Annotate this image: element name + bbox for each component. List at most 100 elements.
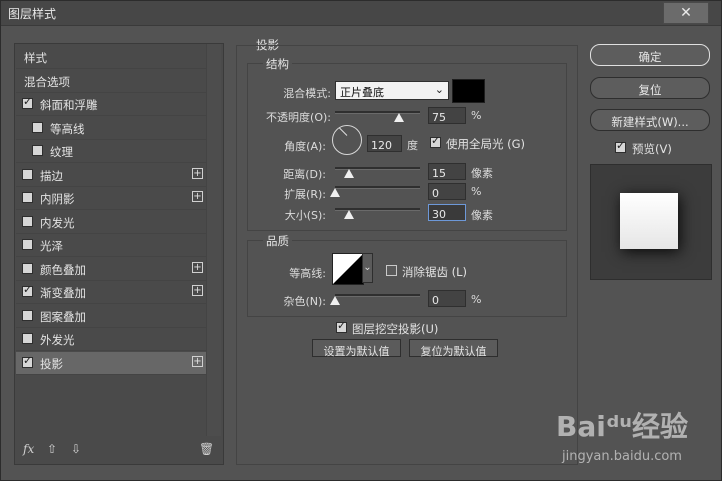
sidebar-item-2[interactable]: 斜面和浮雕: [16, 93, 207, 116]
close-button[interactable]: ✕: [663, 2, 709, 24]
sidebar-item-13[interactable]: 投影 +: [16, 351, 207, 375]
angle-dial-needle: [338, 127, 348, 136]
noise-unit: %: [471, 293, 482, 306]
noise-slider-track[interactable]: [335, 294, 420, 297]
new-style-button[interactable]: 新建样式(W)...: [590, 109, 710, 131]
sidebar-item-checkbox[interactable]: [22, 309, 33, 321]
opacity-slider-track[interactable]: [335, 111, 420, 114]
sidebar-item-checkbox[interactable]: [22, 215, 33, 227]
quality-title: 品质: [263, 233, 292, 249]
style-preview: [590, 164, 712, 280]
global-light-checkbox[interactable]: [430, 134, 441, 148]
sidebar-item-label: 内发光: [40, 215, 75, 230]
noise-label: 杂色(N):: [283, 295, 326, 308]
spread-input[interactable]: 0: [428, 183, 466, 200]
distance-slider-thumb[interactable]: [344, 169, 354, 178]
contour-dropdown-button[interactable]: ⌄: [362, 253, 373, 283]
sidebar-item-label: 描边: [40, 168, 63, 183]
sidebar-item-6[interactable]: 内阴影 +: [16, 187, 207, 210]
blend-mode-label: 混合模式:: [283, 87, 331, 100]
preview-checkbox[interactable]: [615, 139, 626, 153]
sidebar-item-8[interactable]: 光泽: [16, 234, 207, 257]
make-default-button[interactable]: 设置为默认值: [312, 339, 401, 358]
add-effect-icon[interactable]: +: [192, 355, 203, 367]
sidebar-item-5[interactable]: 描边 +: [16, 164, 207, 187]
opacity-slider-thumb[interactable]: [393, 113, 404, 122]
sidebar-item-4[interactable]: 纹理: [16, 140, 207, 163]
trash-icon[interactable]: 🗑: [199, 442, 214, 456]
title-bar: 图层样式 ✕: [1, 1, 721, 26]
sidebar-item-label: 样式: [24, 51, 47, 65]
sidebar-item-checkbox[interactable]: [22, 333, 33, 344]
contour-label: 等高线:: [289, 267, 326, 280]
spread-slider-thumb[interactable]: [330, 188, 340, 197]
preview-thumbnail: [620, 193, 678, 249]
ok-button[interactable]: 确定: [590, 44, 710, 66]
size-slider-thumb[interactable]: [344, 210, 354, 219]
opacity-input[interactable]: 75: [428, 107, 466, 124]
noise-input[interactable]: 0: [428, 290, 466, 307]
reset-default-button[interactable]: 复位为默认值: [409, 339, 498, 358]
knockout-checkbox[interactable]: [336, 319, 347, 333]
styles-list-scrollbar[interactable]: [206, 44, 221, 436]
angle-dial[interactable]: [332, 125, 362, 155]
reset-button[interactable]: 复位: [590, 77, 710, 99]
distance-unit: 像素: [471, 167, 493, 180]
contour-curve-icon: [333, 254, 363, 284]
size-unit: 像素: [471, 209, 493, 222]
section-title: 投影: [256, 38, 279, 52]
contour-picker[interactable]: [332, 253, 364, 285]
sidebar-item-checkbox[interactable]: [22, 239, 33, 250]
sidebar-item-9[interactable]: 颜色叠加 +: [16, 258, 207, 281]
add-effect-icon[interactable]: +: [192, 261, 203, 273]
add-effect-icon[interactable]: +: [192, 167, 203, 179]
sidebar-item-10[interactable]: 渐变叠加 +: [16, 281, 207, 304]
sidebar-item-7[interactable]: 内发光: [16, 211, 207, 234]
chevron-down-icon: ⌄: [363, 262, 372, 273]
chevron-down-icon: ⌄: [434, 83, 444, 96]
distance-input[interactable]: 15: [428, 163, 466, 180]
knockout-label: 图层挖空投影(U): [352, 322, 439, 336]
size-input[interactable]: 30: [428, 204, 466, 221]
antialias-checkbox[interactable]: [386, 265, 397, 276]
sidebar-item-checkbox[interactable]: [32, 145, 43, 156]
sidebar-item-label: 外发光: [40, 333, 75, 347]
fx-icon[interactable]: fx: [23, 442, 34, 456]
sidebar-item-3[interactable]: 等高线: [16, 117, 207, 140]
angle-input[interactable]: 120: [367, 135, 402, 152]
sidebar-item-0[interactable]: 样式: [16, 46, 207, 69]
sidebar-item-1[interactable]: 混合选项: [16, 70, 207, 93]
sidebar-item-12[interactable]: 外发光: [16, 328, 207, 351]
sidebar-item-checkbox[interactable]: [22, 168, 33, 180]
angle-dial-center: [347, 140, 348, 141]
spread-slider-track[interactable]: [335, 186, 420, 189]
angle-unit: 度: [407, 139, 418, 152]
sidebar-item-label: 光泽: [40, 239, 63, 253]
blend-mode-select[interactable]: 正片叠底 ⌄: [335, 81, 449, 100]
move-down-icon[interactable]: ⇩: [71, 442, 81, 456]
sidebar-item-checkbox[interactable]: [22, 283, 33, 297]
add-effect-icon[interactable]: +: [192, 191, 203, 202]
blend-mode-value: 正片叠底: [340, 86, 384, 99]
sidebar-item-label: 混合选项: [24, 74, 70, 89]
add-effect-icon[interactable]: +: [192, 285, 203, 296]
shadow-color-swatch[interactable]: [452, 79, 485, 103]
sidebar-item-11[interactable]: 图案叠加: [16, 305, 207, 328]
sidebar-item-label: 斜面和浮雕: [40, 98, 98, 112]
close-icon: ✕: [680, 5, 692, 21]
sidebar-item-label: 纹理: [50, 145, 73, 159]
watermark-url: jingyan.baidu.com: [562, 449, 682, 464]
opacity-label: 不透明度(O):: [266, 111, 331, 124]
sidebar-item-label: 颜色叠加: [40, 262, 86, 277]
sidebar-item-checkbox[interactable]: [22, 262, 33, 274]
sidebar-item-checkbox[interactable]: [22, 192, 33, 203]
sidebar-item-checkbox[interactable]: [32, 121, 43, 133]
sidebar-item-label: 投影: [40, 356, 63, 371]
spread-label: 扩展(R):: [284, 188, 326, 201]
sidebar-item-checkbox[interactable]: [22, 354, 33, 368]
move-up-icon[interactable]: ⇧: [47, 442, 57, 456]
angle-label: 角度(A):: [284, 140, 326, 153]
noise-slider-thumb[interactable]: [330, 296, 340, 305]
antialias-label: 消除锯齿 (L): [402, 265, 468, 279]
sidebar-item-checkbox[interactable]: [22, 95, 33, 109]
